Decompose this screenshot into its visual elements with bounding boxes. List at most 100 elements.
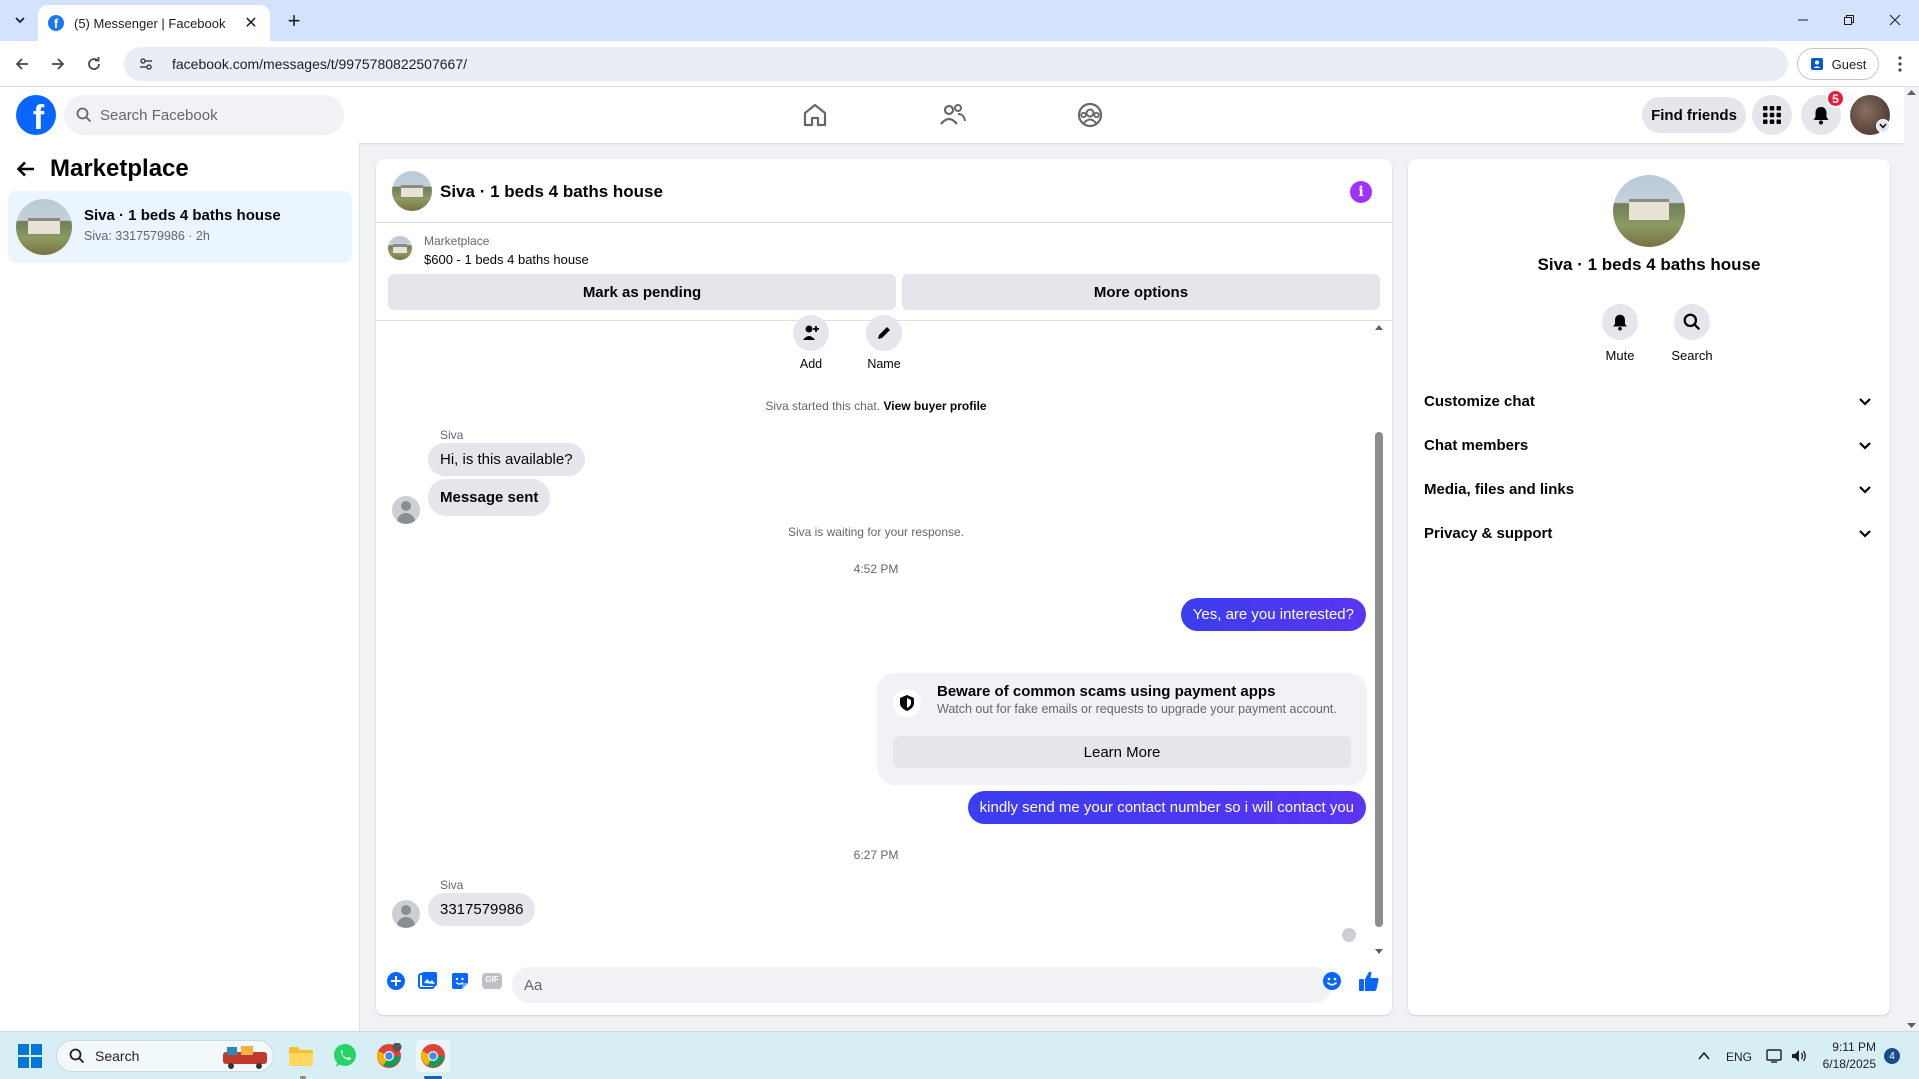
mark-as-pending-button[interactable]: Mark as pending	[388, 274, 896, 310]
windows-start-icon[interactable]	[18, 1044, 42, 1068]
search-icon	[69, 1048, 85, 1064]
scam-warning-body: Watch out for fake emails or requests to…	[937, 702, 1337, 716]
scam-warning-box: Beware of common scams using payment app…	[877, 673, 1367, 785]
find-friends-button[interactable]: Find friends	[1642, 97, 1746, 133]
incoming-message[interactable]: Message sent	[428, 479, 551, 516]
message-thread[interactable]: Add Name Siva started this chat. View bu…	[376, 315, 1392, 957]
name-chat-button[interactable]	[866, 315, 902, 351]
section-customize-chat[interactable]: Customize chat	[1416, 379, 1882, 423]
more-vertical-icon	[1898, 56, 1902, 72]
sender-avatar[interactable]	[392, 496, 420, 524]
clock-date[interactable]: 6/18/2025	[1818, 1057, 1876, 1071]
scroll-down-icon[interactable]	[1372, 947, 1386, 957]
scroll-up-icon[interactable]	[1904, 87, 1919, 97]
chrome-app-active[interactable]	[416, 1040, 450, 1072]
scroll-down-icon[interactable]	[1904, 1021, 1919, 1031]
facebook-logo-icon[interactable]: f	[16, 95, 56, 135]
send-like-button[interactable]	[1357, 969, 1381, 993]
more-options-button[interactable]: More options	[902, 274, 1380, 310]
close-window-button[interactable]	[1872, 8, 1918, 32]
search-icon	[76, 107, 92, 123]
tab-search-button[interactable]	[8, 8, 32, 32]
back-arrow-icon[interactable]	[16, 159, 36, 179]
section-label: Privacy & support	[1424, 524, 1553, 542]
section-chat-members[interactable]: Chat members	[1416, 423, 1882, 467]
chat-title[interactable]: Siva · 1 beds 4 baths house	[440, 182, 663, 202]
notification-center-badge[interactable]: 4	[1884, 1048, 1900, 1064]
sender-avatar[interactable]	[392, 900, 420, 928]
page-scrollbar[interactable]	[1904, 87, 1919, 1031]
whatsapp-icon	[334, 1044, 356, 1067]
forward-button[interactable]	[44, 50, 72, 78]
menu-button[interactable]	[1752, 95, 1792, 135]
listing-title[interactable]: $600 - 1 beds 4 baths house	[424, 252, 589, 267]
section-media-files-links[interactable]: Media, files and links	[1416, 467, 1882, 511]
language-indicator[interactable]: ENG	[1726, 1050, 1752, 1064]
new-tab-button[interactable]: +	[282, 9, 306, 33]
gif-button[interactable]: GIF	[480, 969, 504, 993]
emoji-button[interactable]	[1320, 969, 1344, 993]
nav-friends[interactable]	[933, 95, 973, 135]
incoming-message[interactable]: Hi, is this available?	[428, 443, 585, 476]
whatsapp-app[interactable]	[328, 1040, 362, 1072]
network-icon[interactable]	[1766, 1048, 1784, 1064]
friends-icon	[940, 104, 966, 125]
volume-icon[interactable]	[1790, 1048, 1808, 1064]
search-label: Search	[1671, 348, 1713, 363]
chrome-profile-app[interactable]	[372, 1040, 406, 1072]
tab-title: (5) Messenger | Facebook	[74, 15, 226, 31]
profile-button[interactable]: Guest	[1797, 48, 1879, 80]
details-title: Siva · 1 beds 4 baths house	[1537, 255, 1761, 274]
info-icon[interactable]: i	[1350, 181, 1372, 203]
close-tab-icon[interactable]: ✕	[242, 13, 260, 33]
timestamp: 4:52 PM	[853, 562, 899, 576]
more-actions-button[interactable]	[384, 969, 408, 993]
account-caret-icon[interactable]	[1876, 119, 1890, 133]
section-label: Customize chat	[1424, 392, 1535, 410]
chat-started-text: Siva started this chat.	[765, 399, 881, 413]
search-conversation-button[interactable]: Search	[1662, 304, 1722, 363]
address-bar[interactable]: facebook.com/messages/t/9975780822507667…	[124, 47, 1788, 81]
minimize-button[interactable]	[1780, 8, 1826, 32]
clock-time[interactable]: 9:11 PM	[1832, 1040, 1876, 1054]
nav-groups[interactable]	[1070, 95, 1110, 135]
chat-header: Siva · 1 beds 4 baths house i	[376, 159, 1392, 223]
browser-tab[interactable]: f (5) Messenger | Facebook ✕	[38, 5, 270, 41]
windows-taskbar: Search ENG 9:11 PM 6/18/2025 4	[0, 1031, 1919, 1079]
nav-home[interactable]	[795, 95, 835, 135]
thread-scrollbar[interactable]	[1372, 322, 1386, 957]
add-people-button[interactable]	[793, 315, 829, 351]
details-thumbnail[interactable]	[1613, 175, 1685, 247]
restore-button[interactable]	[1826, 8, 1872, 32]
scroll-up-icon[interactable]	[1372, 322, 1386, 332]
outgoing-message[interactable]: kindly send me your contact number so i …	[967, 791, 1366, 824]
chrome-icon	[421, 1044, 445, 1068]
notification-badge: 5	[1826, 89, 1845, 108]
reload-button[interactable]	[80, 50, 108, 78]
taskbar-search[interactable]: Search	[56, 1040, 274, 1072]
listing-small-thumbnail[interactable]	[388, 236, 412, 260]
site-info-icon[interactable]	[138, 56, 158, 72]
message-input[interactable]	[512, 967, 1332, 1003]
facebook-search-input[interactable]: Search Facebook	[64, 95, 344, 135]
back-button[interactable]	[8, 50, 36, 78]
attach-photo-button[interactable]	[416, 969, 440, 993]
guest-profile-icon	[1810, 58, 1823, 70]
message-composer: GIF	[376, 957, 1392, 1015]
conversation-item[interactable]: Siva · 1 beds 4 baths house Siva: 331757…	[8, 191, 352, 263]
sticker-button[interactable]	[448, 969, 472, 993]
file-explorer-app[interactable]	[284, 1040, 318, 1072]
waiting-notice: Siva is waiting for your response.	[787, 525, 965, 539]
view-buyer-profile-link[interactable]: View buyer profile	[883, 399, 986, 413]
mute-button[interactable]: Mute	[1590, 304, 1650, 363]
section-privacy-support[interactable]: Privacy & support	[1416, 511, 1882, 555]
outgoing-message[interactable]: Yes, are you interested?	[1180, 598, 1366, 631]
pencil-icon	[878, 327, 890, 339]
chevron-up-icon[interactable]	[1697, 1049, 1711, 1063]
thread-scroll-thumb[interactable]	[1375, 432, 1383, 927]
chat-thumbnail[interactable]	[392, 171, 432, 211]
learn-more-button[interactable]: Learn More	[893, 736, 1351, 768]
incoming-message[interactable]: 3317579986	[428, 893, 536, 926]
listing-banner: Marketplace $600 - 1 beds 4 baths house …	[376, 224, 1392, 321]
browser-menu-button[interactable]	[1888, 51, 1912, 77]
